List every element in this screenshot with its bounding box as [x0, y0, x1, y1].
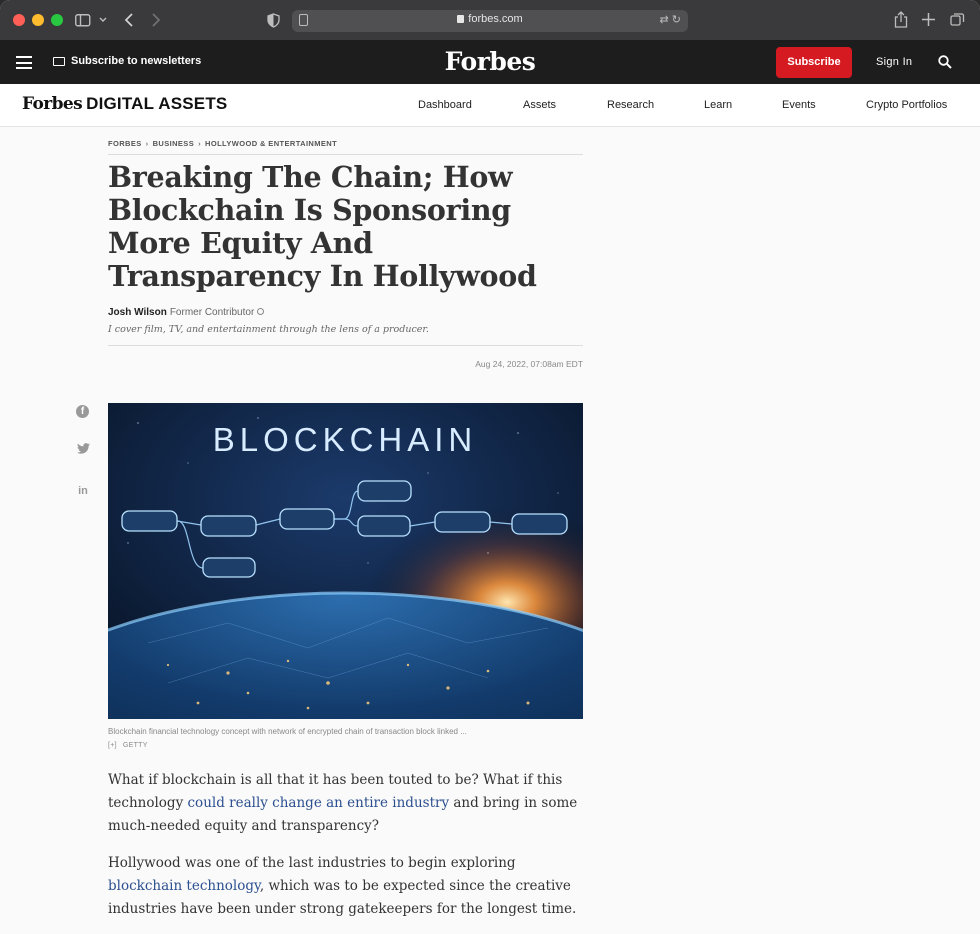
author-line: Josh Wilson Former Contributor	[108, 307, 265, 318]
article-paragraph: Hollywood was one of the last industries…	[108, 855, 577, 917]
linkedin-share[interactable]: in	[76, 485, 90, 497]
linkedin-icon: in	[78, 485, 88, 497]
nav-learn[interactable]: Learn	[704, 99, 732, 111]
digital-assets-logo[interactable]: Forbes DIGITAL ASSETS	[22, 94, 227, 114]
sidebar-icon[interactable]	[75, 14, 91, 27]
breadcrumb-hollywood[interactable]: HOLLYWOOD & ENTERTAINMENT	[205, 139, 337, 148]
subscribe-button[interactable]: Subscribe	[776, 47, 852, 78]
author-name[interactable]: Josh Wilson	[108, 307, 167, 318]
divider	[108, 154, 583, 155]
expand-caption-button[interactable]: [+]	[108, 742, 117, 749]
share-icon[interactable]	[894, 11, 908, 28]
image-caption: Blockchain financial technology concept …	[108, 727, 467, 736]
author-bio: I cover film, TV, and entertainment thro…	[108, 324, 429, 335]
new-tab-icon[interactable]	[922, 13, 935, 26]
privacy-shield-icon[interactable]	[267, 13, 280, 28]
image-credit: [+] GETTY	[108, 742, 148, 749]
address-bar[interactable]: forbes.com ⇄ ↻	[292, 10, 688, 32]
twitter-share[interactable]	[76, 443, 90, 457]
article-link[interactable]: blockchain technology	[108, 878, 260, 894]
chevron-right-icon: ›	[198, 139, 202, 148]
close-window-button[interactable]	[13, 14, 25, 26]
author-role: Former Contributor	[169, 307, 255, 318]
nav-events[interactable]: Events	[782, 99, 816, 111]
breadcrumb-forbes[interactable]: FORBES	[108, 139, 142, 148]
tab-overview-icon[interactable]	[950, 12, 965, 27]
nav-crypto-portfolios[interactable]: Crypto Portfolios	[866, 99, 947, 111]
breadcrumb-business[interactable]: BUSINESS	[153, 139, 195, 148]
minimize-window-button[interactable]	[32, 14, 44, 26]
translate-icon[interactable]: ⇄ ↻	[660, 13, 682, 26]
lock-icon	[457, 15, 465, 23]
browser-toolbar: forbes.com ⇄ ↻	[0, 0, 980, 41]
publish-date: Aug 24, 2022, 07:08am EDT	[475, 359, 583, 369]
window-controls	[13, 14, 63, 26]
facebook-icon: f	[76, 405, 89, 418]
browser-window: forbes.com ⇄ ↻ Subscribe to newsletters …	[0, 0, 980, 934]
nav-dashboard[interactable]: Dashboard	[418, 99, 472, 111]
blockchain-illustration: BLOCKCHAIN	[108, 403, 583, 719]
chevron-right-icon: ›	[145, 139, 149, 148]
back-icon[interactable]	[124, 13, 134, 27]
nav-assets[interactable]: Assets	[523, 99, 556, 111]
hero-image[interactable]: BLOCKCHAIN	[108, 403, 583, 719]
nav-research[interactable]: Research	[607, 99, 654, 111]
hero-title: BLOCKCHAIN	[213, 421, 478, 458]
info-icon[interactable]	[257, 308, 265, 315]
article-headline: Breaking The Chain; How Blockchain Is Sp…	[108, 160, 537, 293]
facebook-share[interactable]: f	[76, 405, 90, 418]
chevron-down-icon[interactable]	[99, 17, 107, 23]
article-link[interactable]: could really change an entire industry	[188, 795, 450, 811]
article-paragraph: What if blockchain is all that it has be…	[108, 772, 578, 834]
breadcrumb: FORBES › BUSINESS › HOLLYWOOD & ENTERTAINMEN…	[108, 139, 337, 148]
divider	[108, 345, 583, 346]
twitter-icon	[76, 443, 90, 454]
sign-in-link[interactable]: Sign In	[876, 56, 912, 68]
zoom-window-button[interactable]	[51, 14, 63, 26]
url-display: forbes.com	[292, 13, 688, 25]
site-header: Subscribe to newsletters Forbes Subscrib…	[0, 41, 980, 84]
search-icon[interactable]	[938, 55, 952, 69]
forward-icon[interactable]	[151, 13, 161, 27]
section-nav: Forbes DIGITAL ASSETS Dashboard Assets Re…	[0, 84, 980, 127]
